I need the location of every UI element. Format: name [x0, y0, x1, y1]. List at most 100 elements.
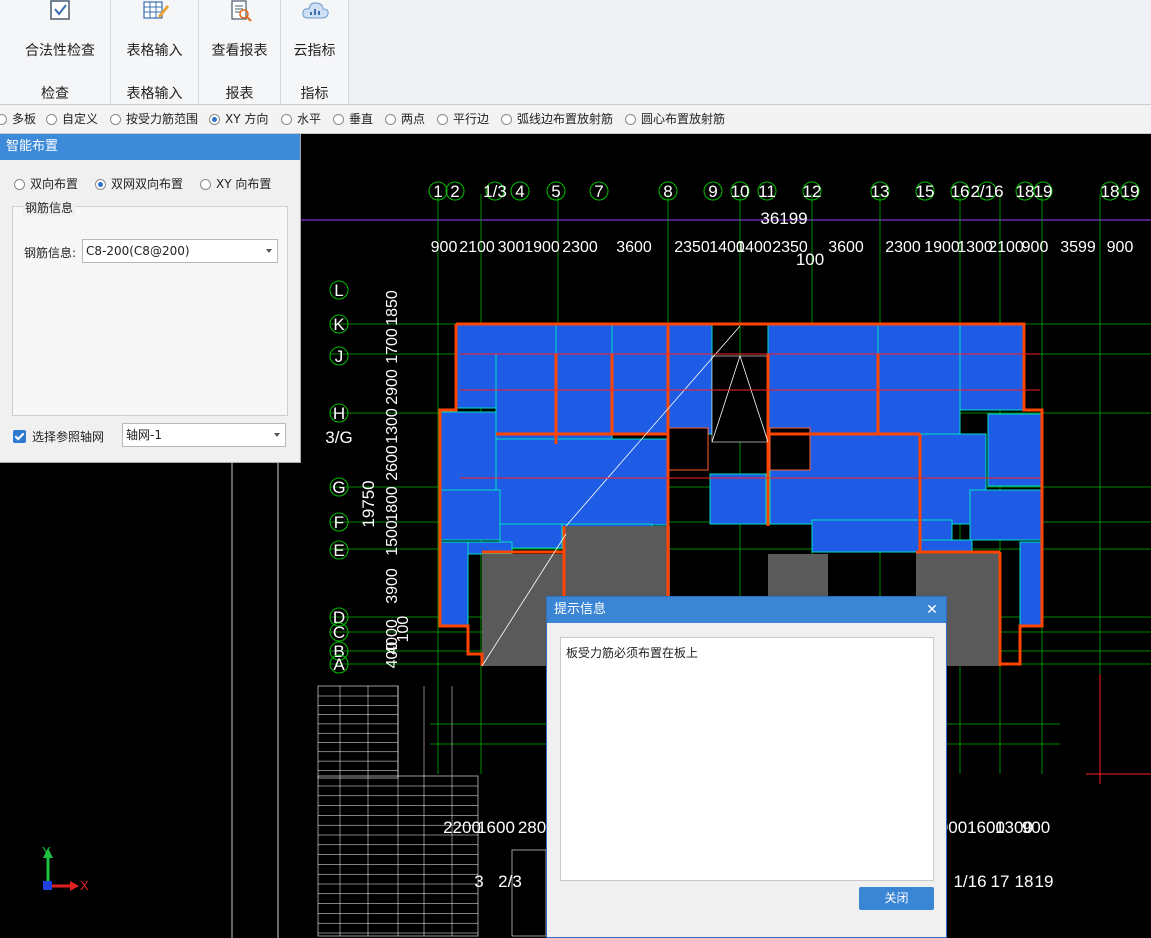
axis-top-label: 19: [1034, 182, 1053, 201]
top-dimension-text: 2350: [674, 239, 710, 256]
radio-bidirectional[interactable]: 双向布置: [14, 175, 78, 192]
close-icon[interactable]: ✕: [924, 597, 940, 623]
option-by-rebar-range[interactable]: 按受力筋范围: [110, 111, 198, 127]
table-edit-icon: [140, 0, 170, 22]
top-dimension-text: 1900: [524, 239, 560, 256]
cloud-chart-icon: [300, 0, 330, 22]
option-label: XY 方向: [225, 112, 269, 126]
axis-left-label: A: [333, 655, 345, 674]
legality-check-label: 合法性检查: [25, 43, 95, 59]
bottom-dimension-text: 900: [1022, 818, 1050, 837]
bottom-axis-label: 19: [1035, 872, 1054, 891]
axis-top-label: 4: [515, 182, 524, 201]
ribbon-group-indicator: 云指标 指标: [281, 0, 349, 104]
ref-axis-value: 轴网-1: [126, 428, 162, 442]
axis-left-label: 3/G: [325, 428, 352, 447]
option-label: 垂直: [349, 112, 374, 126]
ribbon-empty-area: [348, 0, 1151, 104]
layout-mode-bar: 多板 自定义 按受力筋范围 XY 方向 水平 垂直 两点 平行边 弧线边布置放射…: [0, 105, 1151, 134]
left-dimension-text: 3900: [384, 568, 401, 604]
ucs-x-label: X: [80, 878, 89, 893]
dialog-message: 板受力筋必须布置在板上: [566, 646, 699, 660]
axis-top-label: 2: [450, 182, 459, 201]
top-dimension-text: 900: [431, 239, 458, 256]
radio-label: 双向布置: [30, 177, 79, 191]
ribbon: 合法性检查 检查 表格输入 表格输入 查看报表 报表 云指标 指标: [0, 0, 1151, 105]
option-vertical[interactable]: 垂直: [333, 111, 373, 127]
axis-top-label: 11: [758, 182, 776, 201]
option-two-points[interactable]: 两点: [385, 111, 425, 127]
dialog-title: 提示信息: [547, 597, 946, 623]
view-report-button[interactable]: 查看报表: [199, 0, 280, 70]
option-custom[interactable]: 自定义: [46, 111, 98, 127]
radio-icon: [281, 114, 292, 125]
left-dimension-texts: 1850170029001300260018001500390040001004…: [384, 290, 412, 668]
top-dimension-text: 1400: [736, 239, 772, 256]
top-dimension-text: 3600: [828, 239, 864, 256]
left-dimension-text: 400: [384, 642, 401, 669]
left-dimension-text: 2600: [384, 445, 401, 481]
top-dimension-texts: 900 2100 300 1900 2300 3600 2350 14001400 2350 36…: [431, 239, 1134, 256]
top-axis-bubbles: 1 2 1/3 4 5 7 8 9 10 11 12 13 15 16 2/16 18 19 18 19: [428, 181, 1140, 201]
axis-left-label: G: [332, 478, 345, 497]
radio-selected-icon: [209, 114, 220, 125]
axis-top-label: 16: [951, 182, 970, 201]
left-dimension-text: 100: [395, 616, 412, 643]
option-xy-direction[interactable]: XY 方向: [209, 111, 268, 127]
axis-left-label: L: [334, 281, 343, 300]
option-label: 圆心布置放射筋: [641, 112, 726, 126]
ribbon-group-table-input: 表格输入 表格输入: [111, 0, 199, 104]
ref-axis-checkbox[interactable]: 选择参照轴网: [13, 428, 104, 445]
bottom-axis-label: 1/16: [953, 872, 986, 891]
radio-double-net-bidirectional[interactable]: 双网双向布置: [95, 175, 183, 192]
axis-left-label: E: [333, 541, 344, 560]
ribbon-group-check: 合法性检查 检查: [0, 0, 111, 104]
left-dimension-text: 1850: [384, 290, 401, 326]
option-center-radial[interactable]: 圆心布置放射筋: [625, 111, 725, 127]
option-horizontal[interactable]: 水平: [281, 111, 321, 127]
bottom-dimension-text: 1600: [477, 818, 515, 837]
axis-top-label: 1/3: [483, 182, 507, 201]
axis-top-label: 12: [803, 182, 822, 201]
top-dimension-text: 2300: [562, 239, 598, 256]
rebar-info-dropdown[interactable]: C8-200(C8@200): [82, 239, 278, 263]
top-dimension-text: 900: [1107, 239, 1134, 256]
cloud-indicator-button[interactable]: 云指标: [281, 0, 348, 70]
option-label: 弧线边布置放射筋: [517, 112, 614, 126]
top-dimension-text: 900: [1022, 239, 1049, 256]
left-dimension-text: 1500: [384, 520, 401, 556]
close-button[interactable]: 关闭: [859, 887, 934, 910]
dialog-message-box: 板受力筋必须布置在板上: [560, 637, 934, 881]
legality-check-button[interactable]: 合法性检查: [10, 0, 110, 70]
rebar-info-group: 钢筋信息 钢筋信息: C8-200(C8@200): [12, 199, 288, 416]
ribbon-group-report: 查看报表 报表: [199, 0, 281, 104]
group-label-indicator: 指标: [300, 86, 329, 102]
radio-icon: [14, 179, 25, 190]
group-label-report: 报表: [225, 86, 254, 102]
axis-top-label: 18: [1101, 182, 1120, 201]
top-dimension-text: 300: [498, 239, 525, 256]
group-label-table-input: 表格输入: [126, 86, 183, 102]
top-dimension-text: 3600: [616, 239, 652, 256]
sub-dimension-text: 100: [796, 250, 824, 269]
option-label: 自定义: [62, 112, 99, 126]
total-dimension-text: 36199: [760, 209, 807, 228]
axis-left-label: J: [335, 347, 344, 366]
radio-icon: [437, 114, 448, 125]
ref-axis-label: 选择参照轴网: [32, 430, 105, 444]
ucs-axis-icon: Y X: [42, 844, 89, 893]
top-dimension-text: 1900: [924, 239, 960, 256]
ref-axis-dropdown[interactable]: 轴网-1: [122, 423, 286, 447]
option-label: 两点: [401, 112, 426, 126]
option-arc-radial[interactable]: 弧线边布置放射筋: [501, 111, 613, 127]
table-input-button[interactable]: 表格输入: [111, 0, 198, 70]
option-multi-slab[interactable]: 多板: [0, 111, 36, 127]
bottom-dimension-text: 2200: [443, 818, 481, 837]
left-dimension-text: 2900: [384, 369, 401, 405]
radio-icon: [110, 114, 121, 125]
option-parallel-edge[interactable]: 平行边: [437, 111, 489, 127]
chevron-down-icon: [274, 433, 280, 437]
radio-xy-direction[interactable]: XY 向布置: [200, 175, 271, 192]
axis-top-label: 19: [1121, 182, 1140, 201]
checkbox-icon: [45, 0, 75, 22]
